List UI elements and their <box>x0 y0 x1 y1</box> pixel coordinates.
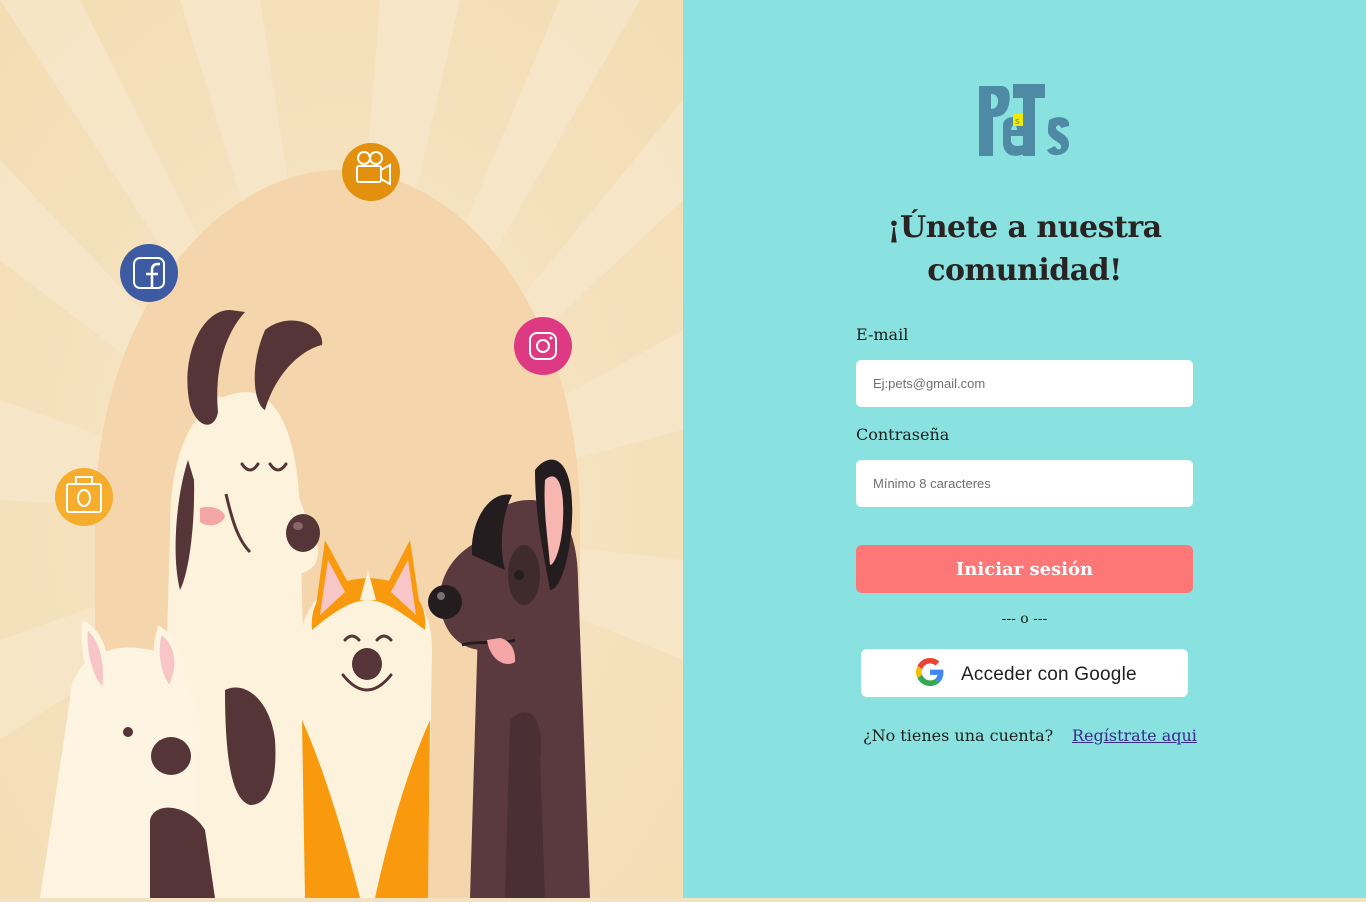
email-label: E-mail <box>856 325 909 344</box>
or-divider: --- o --- <box>1001 611 1048 627</box>
corgi-dog <box>300 540 432 898</box>
bottom-strip <box>0 898 1366 902</box>
svg-text:s: s <box>1015 117 1020 127</box>
no-account-text: ¿No tienes una cuenta? <box>863 726 1054 745</box>
password-field[interactable] <box>856 460 1193 507</box>
instagram-icon <box>514 317 572 375</box>
register-link[interactable]: Regístrate aqui <box>1072 726 1197 745</box>
facebook-icon <box>120 244 178 302</box>
page-title: ¡Únete a nuestra comunidad! <box>887 210 1162 288</box>
google-login-button[interactable]: Acceder con Google <box>861 649 1188 697</box>
password-label: Contraseña <box>856 425 950 444</box>
login-button[interactable]: Iniciar sesión <box>856 545 1193 593</box>
shopping-bag-icon <box>55 468 113 526</box>
video-camera-icon <box>342 143 400 201</box>
hero-illustration <box>0 0 683 898</box>
google-button-label: Acceder con Google <box>961 664 1137 685</box>
pets-logo: s <box>979 84 1070 156</box>
google-icon <box>916 658 944 686</box>
email-field[interactable] <box>856 360 1193 407</box>
login-panel: s ¡Únete a nuestra comunidad! E-mail Con… <box>683 0 1366 898</box>
